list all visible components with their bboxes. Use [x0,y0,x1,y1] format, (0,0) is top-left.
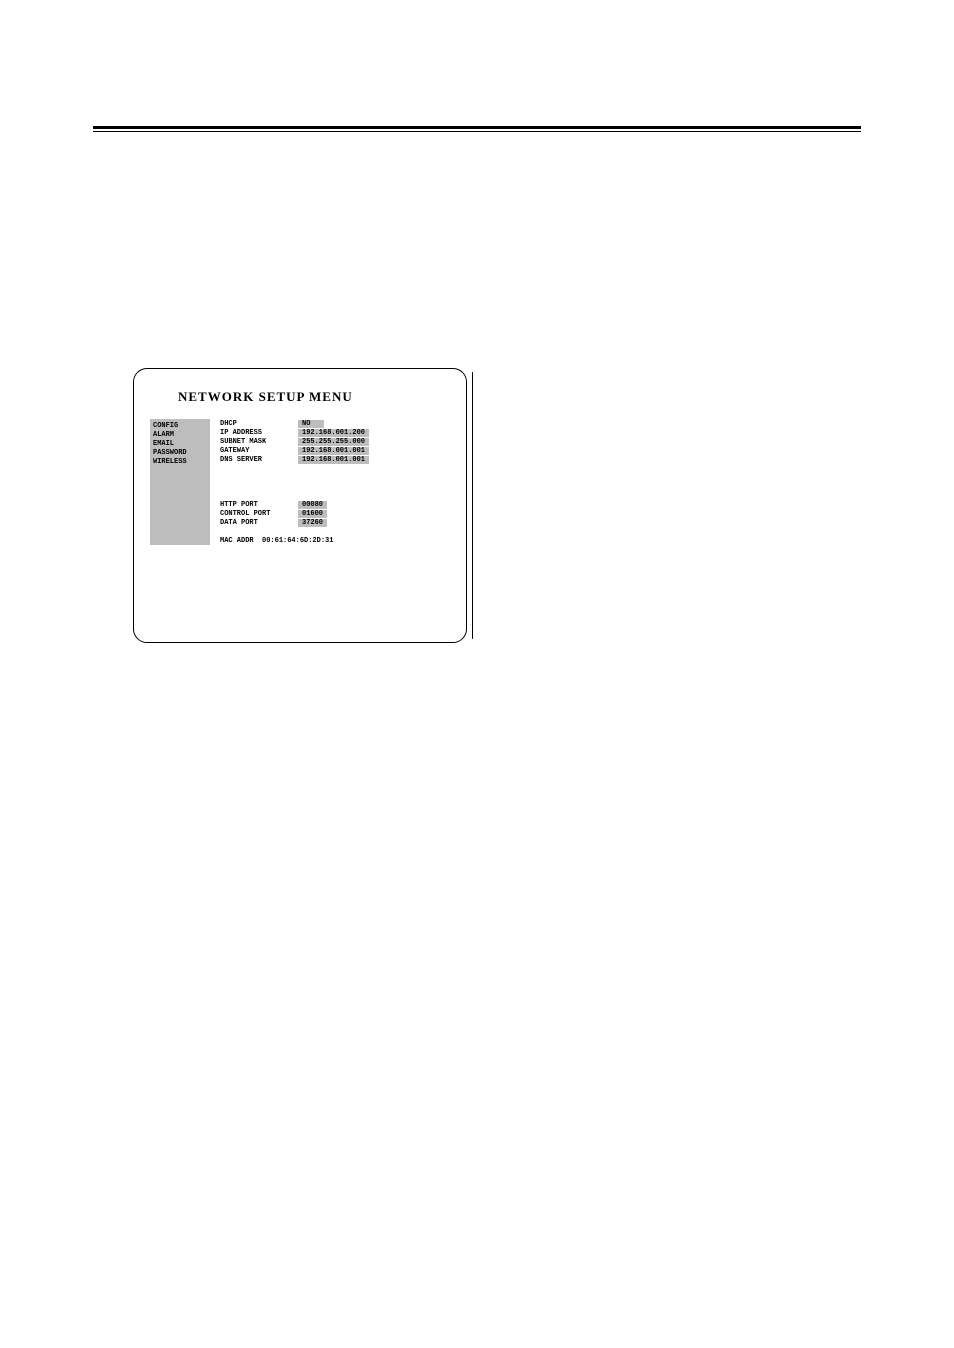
monitor-frame: NETWORK SETUP MENU CONFIG ALARM EMAIL PA… [133,368,467,643]
value-dns[interactable]: 192.168.001.001 [298,456,369,464]
horizontal-rule-thin [93,131,861,132]
value-control[interactable]: 01600 [298,510,327,518]
screen-body: CONFIG ALARM EMAIL PASSWORD WIRELESS DHC… [150,419,458,545]
monitor-shadow [472,372,473,639]
row-data: DATA PORT 37260 [220,518,369,527]
sidebar-item-password[interactable]: PASSWORD [153,449,207,457]
row-http: HTTP PORT 00080 [220,500,369,509]
sidebar-item-email[interactable]: EMAIL [153,440,207,448]
value-http[interactable]: 00080 [298,501,327,509]
row-mac: MAC ADDR 00:61:64:6D:2D:31 [220,537,369,545]
value-mac: 00:61:64:6D:2D:31 [262,537,333,545]
value-subnet[interactable]: 255.255.255.000 [298,438,369,446]
screen: NETWORK SETUP MENU CONFIG ALARM EMAIL PA… [142,377,458,634]
label-http: HTTP PORT [220,501,298,509]
label-mac: MAC ADDR [220,537,254,545]
label-subnet: SUBNET MASK [220,438,298,446]
value-gateway[interactable]: 192.168.001.001 [298,447,369,455]
row-gateway: GATEWAY 192.168.001.001 [220,446,369,455]
row-subnet: SUBNET MASK 255.255.255.000 [220,437,369,446]
horizontal-rule [93,126,861,129]
value-ip[interactable]: 192.168.001.200 [298,429,369,437]
sidebar-item-config[interactable]: CONFIG [153,422,207,430]
row-control: CONTROL PORT 01600 [220,509,369,518]
label-data: DATA PORT [220,519,298,527]
value-data[interactable]: 37260 [298,519,327,527]
value-dhcp[interactable]: NO [298,420,324,428]
screen-title: NETWORK SETUP MENU [178,389,458,405]
main-panel: DHCP NO IP ADDRESS 192.168.001.200 SUBNE… [220,419,369,545]
label-dns: DNS SERVER [220,456,298,464]
figure: NETWORK SETUP MENU CONFIG ALARM EMAIL PA… [133,368,467,660]
sidebar-item-wireless[interactable]: WIRELESS [153,458,207,466]
sidebar-item-alarm[interactable]: ALARM [153,431,207,439]
label-dhcp: DHCP [220,420,298,428]
sidebar: CONFIG ALARM EMAIL PASSWORD WIRELESS [150,419,210,545]
row-ip: IP ADDRESS 192.168.001.200 [220,428,369,437]
label-ip: IP ADDRESS [220,429,298,437]
spacer [220,464,369,500]
label-control: CONTROL PORT [220,510,298,518]
page: NETWORK SETUP MENU CONFIG ALARM EMAIL PA… [0,0,954,1348]
row-dns: DNS SERVER 192.168.001.001 [220,455,369,464]
label-gateway: GATEWAY [220,447,298,455]
row-dhcp: DHCP NO [220,419,369,428]
